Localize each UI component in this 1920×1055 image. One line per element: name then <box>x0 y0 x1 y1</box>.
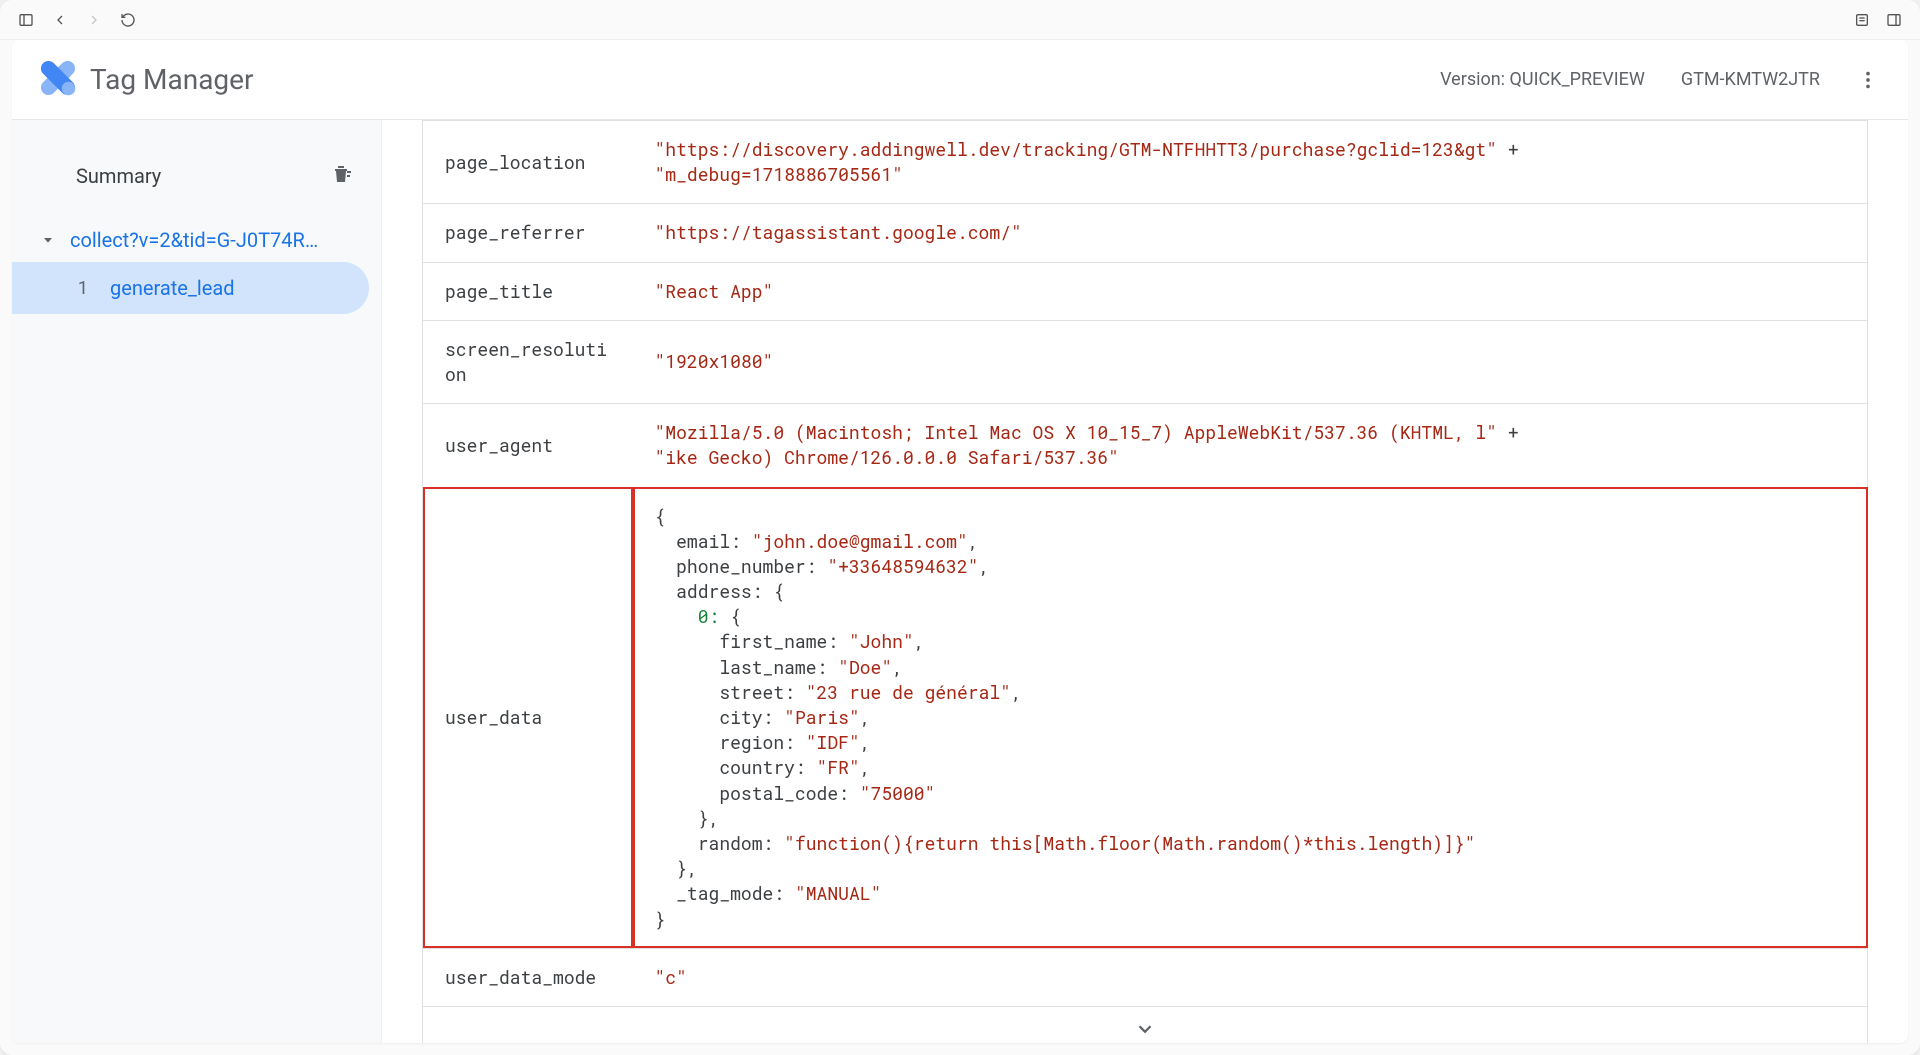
param-key: page_location <box>423 121 633 204</box>
parameters-table: page_location "https://discovery.addingw… <box>422 120 1868 1043</box>
expand-row[interactable] <box>423 1006 1868 1043</box>
app-title: Tag Manager <box>90 63 254 96</box>
param-key: user_data <box>423 487 633 948</box>
gtm-logo-icon <box>40 60 76 100</box>
sidebar: Summary collect?v=2&tid=G-J0T74R… 1 gene… <box>12 120 382 1043</box>
table-row: page_title "React App" <box>423 262 1868 320</box>
forward-icon <box>84 10 104 30</box>
request-tree-item[interactable]: collect?v=2&tid=G-J0T74R… <box>12 218 381 262</box>
param-value: "1920x1080" <box>633 320 1868 403</box>
table-row: user_data_mode "c" <box>423 948 1868 1006</box>
panel-toggle-icon[interactable] <box>16 10 36 30</box>
param-key: user_agent <box>423 404 633 487</box>
split-icon[interactable] <box>1884 10 1904 30</box>
caret-down-icon <box>40 232 56 248</box>
overflow-menu-icon[interactable] <box>1856 68 1880 92</box>
table-row: screen_resolution "1920x1080" <box>423 320 1868 403</box>
browser-toolbar <box>0 0 1920 40</box>
param-value: "Mozilla/5.0 (Macintosh; Intel Mac OS X … <box>633 404 1868 487</box>
back-icon[interactable] <box>50 10 70 30</box>
chevron-down-icon[interactable] <box>1134 1017 1156 1043</box>
param-value: "React App" <box>633 262 1868 320</box>
clear-icon[interactable] <box>329 162 353 190</box>
param-key: screen_resolution <box>423 320 633 403</box>
event-name: generate_lead <box>110 276 235 300</box>
table-row: page_referrer "https://tagassistant.goog… <box>423 204 1868 262</box>
event-index: 1 <box>72 278 88 299</box>
version-label: Version: QUICK_PREVIEW <box>1440 69 1645 90</box>
table-row: user_agent "Mozilla/5.0 (Macintosh; Inte… <box>423 404 1868 487</box>
reader-icon[interactable] <box>1852 10 1872 30</box>
param-value: "https://tagassistant.google.com/" <box>633 204 1868 262</box>
param-value: "c" <box>633 948 1868 1006</box>
event-row[interactable]: 1 generate_lead <box>12 262 369 314</box>
app-header: Tag Manager Version: QUICK_PREVIEW GTM-K… <box>12 40 1908 120</box>
param-key: page_referrer <box>423 204 633 262</box>
table-row: page_location "https://discovery.addingw… <box>423 121 1868 204</box>
main-panel: page_location "https://discovery.addingw… <box>382 120 1908 1043</box>
table-row-highlighted: user_data { email: "john.doe@gmail.com",… <box>423 487 1868 948</box>
param-key: page_title <box>423 262 633 320</box>
container-id: GTM-KMTW2JTR <box>1681 69 1820 90</box>
param-value: { email: "john.doe@gmail.com", phone_num… <box>633 487 1868 948</box>
summary-heading: Summary <box>76 164 161 188</box>
reload-icon[interactable] <box>118 10 138 30</box>
param-key: user_data_mode <box>423 948 633 1006</box>
param-value: "https://discovery.addingwell.dev/tracki… <box>633 121 1868 204</box>
request-label: collect?v=2&tid=G-J0T74R… <box>70 228 318 252</box>
